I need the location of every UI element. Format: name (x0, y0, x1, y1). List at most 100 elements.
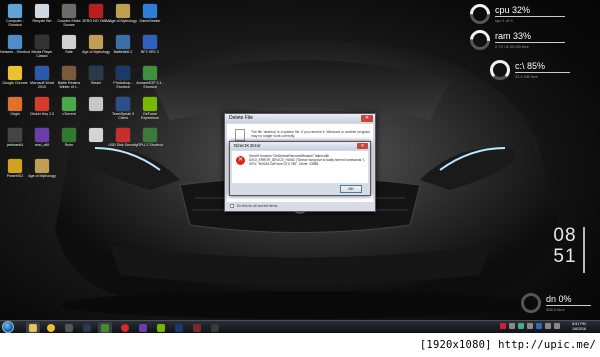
error-dialog-title[interactable]: DirectX Error (230, 142, 370, 150)
desktop-icon[interactable]: GeForce Experience (136, 95, 164, 127)
directx-error-dialog[interactable]: DirectX Error ✕ ✕ DirectX function "GetD… (229, 141, 371, 196)
cpu-ring-icon (465, 0, 495, 29)
desktop-icon-label: BF2 SRV 2 (141, 50, 159, 54)
apply-all-label[interactable]: Do this for all current items (237, 204, 277, 208)
desktop-icon-label: Battlefield 2 (113, 50, 133, 54)
desktop-icon[interactable] (82, 95, 110, 127)
desktop-icon[interactable]: Network - Shortcut (0, 33, 30, 65)
desktop-icon[interactable]: USB Disk Security (108, 126, 138, 158)
desktop-icon[interactable]: Origin (1, 95, 29, 127)
desktop-icon[interactable]: PowerISO (1, 157, 29, 189)
desktop-icon-label: Photoshop - Shortcut (113, 81, 133, 89)
desktop-icon[interactable]: GameSeeker (136, 2, 164, 34)
cpu-gauge: cpu 32% cpu 1 of 3 (465, 0, 565, 29)
close-icon[interactable]: ✕ (361, 115, 373, 122)
network-gauge: dn 0% 306.0 kb/s (521, 293, 591, 313)
desktop-icon[interactable]: Counter-Strike Source (55, 2, 83, 34)
gpu-icon (143, 128, 157, 142)
desktop-icon[interactable]: GPU-Z Shortcut (136, 126, 164, 158)
desktop-icon-label: GeForce Experience (141, 112, 159, 120)
desktop-icon-label: jetclean64 (6, 143, 24, 147)
taskbar-clock[interactable]: 8:51 PM 1/8/2016 (566, 322, 592, 332)
taskbar-nvidia[interactable] (154, 322, 168, 333)
ok-button[interactable]: OK (340, 185, 362, 193)
close-icon[interactable]: ✕ (357, 143, 368, 149)
desktop-icon[interactable]: jetclean64 (1, 126, 29, 158)
app-icon (211, 323, 219, 332)
taskbar-media[interactable] (62, 322, 76, 333)
computer-icon (8, 4, 22, 18)
cpu-sub: cpu 1 of 3 (495, 18, 513, 23)
desktop-icon[interactable]: Google Chrome (1, 64, 29, 96)
desktop-icon[interactable]: Age of Mythology (28, 157, 56, 189)
desktop-icon[interactable]: Age of Mythology (82, 33, 110, 65)
desktop-icon[interactable] (82, 126, 110, 158)
desktop-icon[interactable]: Battle Realms Winter of t... (55, 64, 83, 96)
tray-icon[interactable] (518, 323, 524, 329)
ram-divider (495, 42, 565, 43)
disk-divider (515, 72, 570, 73)
tray-icon[interactable] (536, 323, 542, 329)
desktop: Computer - Shortcut Recycle Bin Counter-St… (0, 0, 600, 357)
desktop-icon[interactable]: Media Player Classic (28, 33, 56, 65)
desktop-icon-label: Battle Realms Winter of t... (57, 81, 81, 89)
taskbar-game[interactable] (190, 322, 204, 333)
desktop-icon-grid: Computer - Shortcut Recycle Bin Counter-St… (0, 0, 170, 322)
tray-icon[interactable] (527, 323, 533, 329)
file-icon (235, 129, 245, 141)
desktop-icon[interactable]: cmd_x86 (28, 126, 56, 158)
tray-icon[interactable] (500, 323, 506, 329)
taskbar-explorer[interactable] (26, 322, 40, 333)
usb-icon (116, 128, 130, 142)
desktop-icon-label: Counter-Strike Source (57, 19, 81, 27)
desktop-icon[interactable]: Steam (82, 64, 110, 96)
desktop-icon[interactable]: Microsoft Word 2010 (28, 64, 56, 96)
desktop-icon[interactable]: uTorrent (55, 95, 83, 127)
ram-label: ram 33% (495, 31, 532, 41)
desktop-icon[interactable]: Recycle Bin (28, 2, 56, 34)
desktop-icon-label: Media Player Classic (31, 50, 53, 58)
desktop-icon-label: Steam (90, 81, 102, 85)
tray-icon[interactable] (509, 323, 515, 329)
desktop-icon-label: ZERO NO YAIBA (82, 19, 110, 23)
desktop-icon[interactable]: Computer - Shortcut (1, 2, 29, 34)
desktop-icon[interactable]: Ruler (55, 126, 83, 158)
disk-ring-icon (490, 60, 510, 80)
desktop-icon[interactable]: Safe (55, 33, 83, 65)
game-icon (143, 35, 157, 49)
taskbar-steam[interactable] (80, 322, 94, 333)
taskbar-dreamweaver[interactable] (98, 322, 112, 333)
app-icon (8, 128, 22, 142)
volume-icon[interactable] (545, 323, 551, 329)
delete-dialog-title[interactable]: Delete File (225, 114, 375, 123)
desktop-icon[interactable]: ZERO NO YAIBA (82, 2, 110, 34)
media-icon (65, 323, 73, 332)
desktop-icon-label: uTorrent (62, 112, 76, 116)
desktop-icon[interactable]: BF2 SRV 2 (136, 33, 164, 65)
delete-dialog-message: The file 'desktop' is a system file. If … (251, 130, 371, 138)
taskbar-app2[interactable] (208, 322, 222, 333)
desktop-icon[interactable]: Battlefield 2 (109, 33, 137, 65)
game-icon (193, 323, 201, 332)
taskbar-chrome[interactable] (44, 322, 58, 333)
network-label: dn 0% (546, 294, 572, 304)
start-button[interactable] (2, 321, 14, 333)
taskbar-record[interactable] (118, 322, 132, 333)
desktop-icon[interactable]: Age of Mythology (109, 2, 137, 34)
poweriso-icon (8, 159, 22, 173)
network-icon[interactable] (554, 323, 560, 329)
clock-hours: 08 (553, 225, 577, 246)
network-ring-icon (521, 293, 541, 313)
desktop-icon[interactable]: Photoshop - Shortcut (109, 64, 137, 96)
app-icon (143, 4, 157, 18)
taskbar-photoshop[interactable] (172, 322, 186, 333)
desktop-icon[interactable]: Clicker Key 2.0 (28, 95, 56, 127)
apply-all-checkbox[interactable] (230, 204, 234, 208)
cpu-label: cpu 32% (495, 5, 531, 15)
desktop-icon[interactable]: AmazeMOP 2.4 - Shortcut (136, 64, 164, 96)
taskbar-app[interactable] (136, 322, 150, 333)
desktop-icon-label: Clicker Key 2.0 (29, 112, 55, 116)
desktop-icon-label: USB Disk Security (108, 143, 138, 147)
desktop-icon-label: TeamSpeak 3 Client (112, 112, 134, 120)
desktop-icon[interactable]: TeamSpeak 3 Client (109, 95, 137, 127)
